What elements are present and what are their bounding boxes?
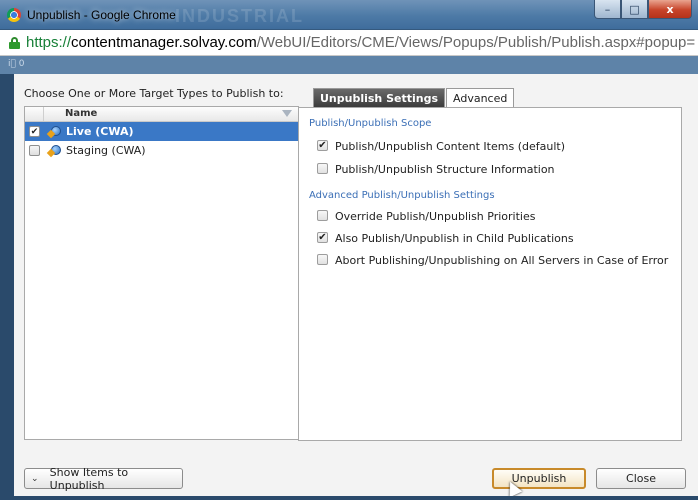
close-window-button[interactable]: x xyxy=(648,0,692,19)
structure-info-checkbox[interactable] xyxy=(317,163,328,174)
structure-info-label[interactable]: Publish/Unpublish Structure Information xyxy=(335,163,555,176)
targets-label: Choose One or More Target Types to Publi… xyxy=(24,87,284,100)
chevron-down-icon: ⌄ xyxy=(31,473,39,484)
override-priorities-checkbox[interactable] xyxy=(317,210,328,221)
dialog-footer: ⌄ Show Items to Unpublish Unpublish Clos… xyxy=(14,454,698,500)
minimize-button[interactable]: – xyxy=(594,0,621,19)
target-checkbox-staging[interactable] xyxy=(29,145,40,156)
child-publications-label[interactable]: Also Publish/Unpublish in Child Publicat… xyxy=(335,232,574,245)
target-label-staging: Staging (CWA) xyxy=(66,144,146,157)
dialog-toolstrip: i⃣ 0 xyxy=(0,56,698,74)
window-titlebar: Unpublish - Google Chrome INDUSTRIAL – □… xyxy=(0,0,698,30)
url-host: contentmanager.solvay.com xyxy=(71,34,257,51)
publication-target-icon xyxy=(46,144,62,158)
url-text[interactable]: https://contentmanager.solvay.com/WebUI/… xyxy=(26,34,695,51)
window-title: Unpublish - Google Chrome xyxy=(27,8,176,22)
unpublish-dialog: Choose One or More Target Types to Publi… xyxy=(14,74,698,500)
settings-tabs: Unpublish Settings Advanced xyxy=(313,88,515,107)
child-publications-checkbox[interactable]: ✔ xyxy=(317,232,328,243)
content-items-checkbox[interactable]: ✔ xyxy=(317,140,328,151)
abort-on-error-label[interactable]: Abort Publishing/Unpublishing on All Ser… xyxy=(335,254,668,267)
maximize-button[interactable]: □ xyxy=(621,0,648,19)
target-types-list: Name ✔ Live (CWA) Staging (CWA) xyxy=(24,106,299,440)
address-bar[interactable]: https://contentmanager.solvay.com/WebUI/… xyxy=(0,30,698,56)
show-items-label: Show Items to Unpublish xyxy=(49,465,129,492)
target-label-live: Live (CWA) xyxy=(66,125,134,138)
override-priorities-label[interactable]: Override Publish/Unpublish Priorities xyxy=(335,210,535,223)
background-watermark: INDUSTRIAL xyxy=(175,6,304,26)
filter-icon[interactable] xyxy=(282,110,292,117)
publication-target-icon xyxy=(46,125,62,139)
scope-heading: Publish/Unpublish Scope xyxy=(309,118,432,129)
target-row-live[interactable]: ✔ Live (CWA) xyxy=(25,122,298,141)
content-items-label[interactable]: Publish/Unpublish Content Items (default… xyxy=(335,140,565,153)
url-path: /WebUI/Editors/CME/Views/Popups/Publish/… xyxy=(256,34,696,51)
target-row-staging[interactable]: Staging (CWA) xyxy=(25,141,298,160)
toolstrip-indicator: i⃣ 0 xyxy=(8,59,25,69)
settings-panel: Publish/Unpublish Scope ✔ Publish/Unpubl… xyxy=(298,107,682,441)
abort-on-error-checkbox[interactable] xyxy=(317,254,328,265)
advanced-heading: Advanced Publish/Unpublish Settings xyxy=(309,190,495,201)
column-name-header[interactable]: Name xyxy=(65,108,97,119)
close-button[interactable]: Close xyxy=(596,468,686,489)
target-checkbox-live[interactable]: ✔ xyxy=(29,126,40,137)
window-controls: – □ x xyxy=(594,0,692,20)
chrome-icon xyxy=(7,8,21,22)
tab-unpublish-settings[interactable]: Unpublish Settings xyxy=(313,88,446,107)
url-scheme: https:// xyxy=(26,34,72,51)
lock-icon xyxy=(9,37,20,49)
tab-advanced[interactable]: Advanced xyxy=(446,88,515,107)
list-header: Name xyxy=(25,107,298,122)
show-items-button[interactable]: ⌄ Show Items to Unpublish xyxy=(24,465,183,492)
